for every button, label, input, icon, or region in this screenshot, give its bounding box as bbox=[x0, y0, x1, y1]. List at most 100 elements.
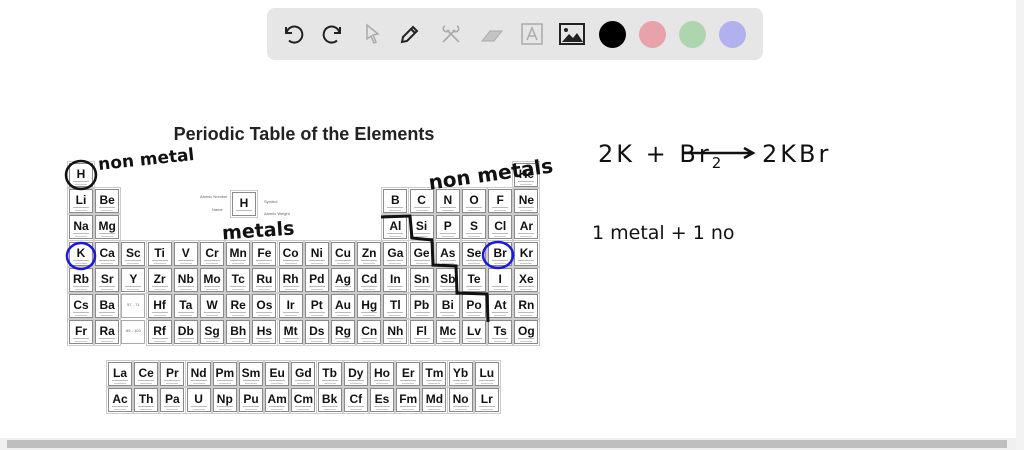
element-cell-cm: Cm bbox=[289, 386, 318, 414]
color-green-swatch[interactable] bbox=[679, 21, 706, 48]
element-symbol: I bbox=[498, 271, 502, 286]
element-cell-cl: Cl bbox=[486, 213, 515, 242]
element-cell-er: Er bbox=[394, 360, 423, 388]
element-symbol: Tc bbox=[231, 271, 245, 286]
element-cell-cd: Cd bbox=[355, 265, 384, 294]
pen-icon[interactable] bbox=[394, 18, 426, 50]
element-cell-te: Te bbox=[460, 265, 488, 294]
element-symbol: Ru bbox=[256, 271, 273, 286]
element-cell-u: U bbox=[184, 386, 213, 414]
element-symbol: B bbox=[391, 193, 400, 208]
element-cell-xe: Xe bbox=[512, 265, 541, 294]
element-cell-sn: Sn bbox=[407, 265, 436, 294]
color-purple-swatch[interactable] bbox=[719, 21, 746, 48]
element-symbol: Sn bbox=[413, 271, 430, 286]
element-symbol: Cl bbox=[494, 219, 507, 234]
element-cell-rb: Rb bbox=[67, 265, 95, 294]
eraser-icon[interactable] bbox=[476, 18, 508, 50]
element-symbol: Mo bbox=[203, 271, 221, 286]
element-symbol: Pb bbox=[413, 298, 430, 312]
element-cell-hf: Hf bbox=[145, 292, 174, 320]
element-cell-cu: Cu bbox=[329, 239, 357, 268]
element-symbol: Er bbox=[401, 366, 415, 380]
element-cell-v: V bbox=[171, 239, 200, 268]
element-symbol: U bbox=[194, 392, 203, 406]
element-cell-se: Se bbox=[460, 239, 488, 268]
element-symbol: Fr bbox=[75, 324, 87, 339]
element-cell-mt: Mt bbox=[276, 318, 305, 347]
element-symbol: Es bbox=[374, 392, 390, 406]
element-symbol: Hf bbox=[153, 298, 166, 312]
element-symbol: Pu bbox=[243, 392, 259, 406]
equation-reactants: 2K + Br bbox=[598, 140, 712, 168]
element-cell-ho: Ho bbox=[368, 360, 396, 388]
element-symbol: Sr bbox=[100, 271, 114, 286]
element-symbol: Na bbox=[73, 219, 89, 234]
element-symbol: Br bbox=[493, 245, 507, 260]
element-cell-f: F bbox=[486, 187, 515, 216]
tools-icon[interactable] bbox=[435, 18, 467, 50]
element-symbol: Md bbox=[425, 392, 444, 406]
element-symbol: Ho bbox=[374, 366, 390, 380]
element-symbol: Lu bbox=[479, 366, 495, 380]
element-symbol: Ac bbox=[112, 392, 128, 406]
element-cell-cf: Cf bbox=[341, 386, 370, 414]
element-cell-ru: Ru bbox=[250, 265, 279, 294]
redo-icon[interactable] bbox=[317, 18, 349, 50]
element-symbol: P bbox=[443, 219, 452, 234]
element-cell-hs: Hs bbox=[250, 318, 279, 347]
element-cell-ac: Ac bbox=[106, 386, 134, 414]
element-cell-b: B bbox=[381, 187, 410, 216]
text-icon[interactable] bbox=[516, 18, 548, 50]
element-symbol: N bbox=[443, 193, 453, 208]
element-cell-ag: Ag bbox=[329, 265, 357, 294]
element-symbol: Sg bbox=[204, 324, 220, 339]
metals-annotation: metals bbox=[221, 217, 296, 245]
element-cell-si: Si bbox=[407, 213, 436, 242]
element-cell-mo: Mo bbox=[198, 265, 226, 294]
periodic-table-title: Periodic Table of the Elements bbox=[173, 124, 435, 144]
element-symbol: Kr bbox=[519, 245, 534, 260]
horizontal-scrollbar-thumb[interactable] bbox=[7, 440, 1007, 448]
element-symbol: Tm bbox=[425, 366, 444, 380]
element-cell-tb: Tb bbox=[315, 360, 344, 388]
element-symbol: V bbox=[181, 245, 190, 260]
key-cell: H bbox=[230, 190, 258, 218]
element-cell-og: Og bbox=[512, 318, 541, 347]
element-symbol: Bi bbox=[441, 298, 454, 312]
element-cell-am: Am bbox=[263, 386, 292, 414]
element-symbol: Rf bbox=[153, 324, 166, 339]
select-icon[interactable] bbox=[356, 18, 388, 50]
element-symbol: Mn bbox=[229, 245, 247, 260]
color-pink-swatch[interactable] bbox=[639, 21, 666, 48]
element-cell-tc: Tc bbox=[224, 265, 253, 294]
horizontal-scrollbar[interactable] bbox=[0, 438, 1016, 450]
element-cell-pa: Pa bbox=[158, 386, 187, 414]
element-cell-mg: Mg bbox=[93, 213, 122, 242]
element-cell-th: Th bbox=[132, 386, 161, 414]
element-cell-es: Es bbox=[368, 386, 396, 414]
element-symbol: Hg bbox=[361, 298, 378, 312]
element-cell-ds: Ds bbox=[302, 318, 331, 347]
vertical-scrollbar[interactable] bbox=[1016, 0, 1024, 450]
color-black-swatch[interactable] bbox=[599, 21, 626, 48]
element-symbol: Np bbox=[216, 392, 233, 406]
element-cell-fe: Fe bbox=[250, 239, 279, 268]
image-icon[interactable] bbox=[556, 18, 588, 50]
element-cell-ce: Ce bbox=[132, 360, 161, 388]
element-cell-eu: Eu bbox=[263, 360, 292, 388]
element-symbol: Mg bbox=[98, 219, 116, 234]
element-cell-gd: Gd bbox=[289, 360, 318, 388]
element-cell-k: K bbox=[67, 239, 95, 268]
undo-icon[interactable] bbox=[277, 18, 309, 50]
element-symbol: O bbox=[469, 193, 479, 208]
element-symbol: Bk bbox=[321, 392, 338, 406]
element-cell-re: Re bbox=[224, 292, 253, 320]
element-symbol: Cs bbox=[73, 298, 89, 312]
nonmetal-h-annotation: non metal bbox=[97, 145, 196, 175]
element-symbol: Ti bbox=[154, 245, 165, 260]
element-symbol: Be bbox=[99, 193, 115, 208]
element-cell-at: At bbox=[486, 292, 515, 320]
element-symbol: Lv bbox=[466, 324, 481, 339]
element-cell-ra: Ra bbox=[93, 318, 122, 347]
